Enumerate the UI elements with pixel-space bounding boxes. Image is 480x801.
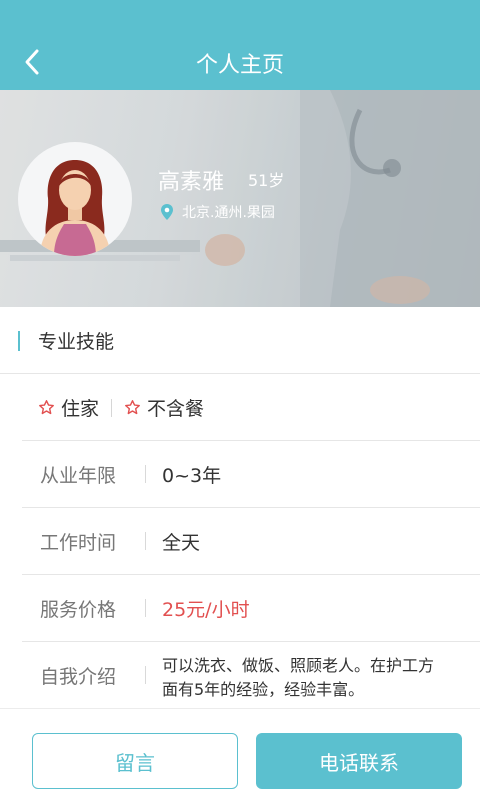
tag-label: 不含餐: [147, 398, 205, 420]
price-value: 25元/小时: [162, 599, 250, 621]
price-label: 服务价格: [40, 599, 117, 621]
star-outline-icon: [125, 400, 140, 415]
label-divider: [145, 599, 146, 617]
intro-label: 自我介绍: [40, 666, 117, 688]
message-button[interactable]: 留言: [32, 733, 238, 789]
work-time-value: 全天: [162, 532, 201, 554]
price-row: 服务价格 25元/小时: [0, 575, 480, 642]
bottom-action-bar: 留言 电话联系: [0, 708, 480, 801]
location-text: 北京.通州.果园: [182, 205, 275, 221]
section-accent-bar: [18, 331, 20, 351]
woman-avatar-icon: [40, 160, 110, 256]
map-pin-icon: [161, 204, 173, 220]
intro-text: 可以洗衣、做饭、照顾老人。在护工方面有5年的经验，经验丰富。: [162, 656, 435, 699]
tag-live-in: 住家: [38, 394, 99, 421]
user-location: 北京.通州.果园: [160, 202, 275, 222]
tag-divider: [111, 398, 113, 417]
label-divider: [145, 666, 146, 684]
star-outline-icon: [39, 400, 54, 415]
call-button[interactable]: 电话联系: [256, 733, 462, 789]
section-title: 专业技能: [38, 331, 115, 353]
experience-label: 从业年限: [40, 465, 117, 487]
tags-row: 住家 不含餐: [0, 374, 480, 441]
label-divider: [145, 465, 146, 483]
experience-value: 0~3年: [162, 465, 222, 487]
intro-row: 自我介绍 可以洗衣、做饭、照顾老人。在护工方面有5年的经验，经验丰富。: [0, 642, 480, 709]
work-time-row: 工作时间 全天: [0, 508, 480, 575]
user-name: 高素雅: [158, 170, 225, 195]
tag-no-meals: 不含餐: [124, 394, 204, 421]
label-divider: [145, 532, 146, 550]
skills-section-header: 专业技能: [0, 307, 480, 374]
work-time-label: 工作时间: [40, 532, 117, 554]
profile-banner: 高素雅 51岁 北京.通州.果园: [0, 90, 480, 307]
experience-row: 从业年限 0~3年: [0, 441, 480, 508]
top-bar: 个人主页: [0, 0, 480, 90]
user-age: 51岁: [248, 171, 285, 190]
tag-label: 住家: [61, 398, 100, 420]
avatar: [18, 142, 132, 256]
page-title: 个人主页: [195, 53, 284, 78]
